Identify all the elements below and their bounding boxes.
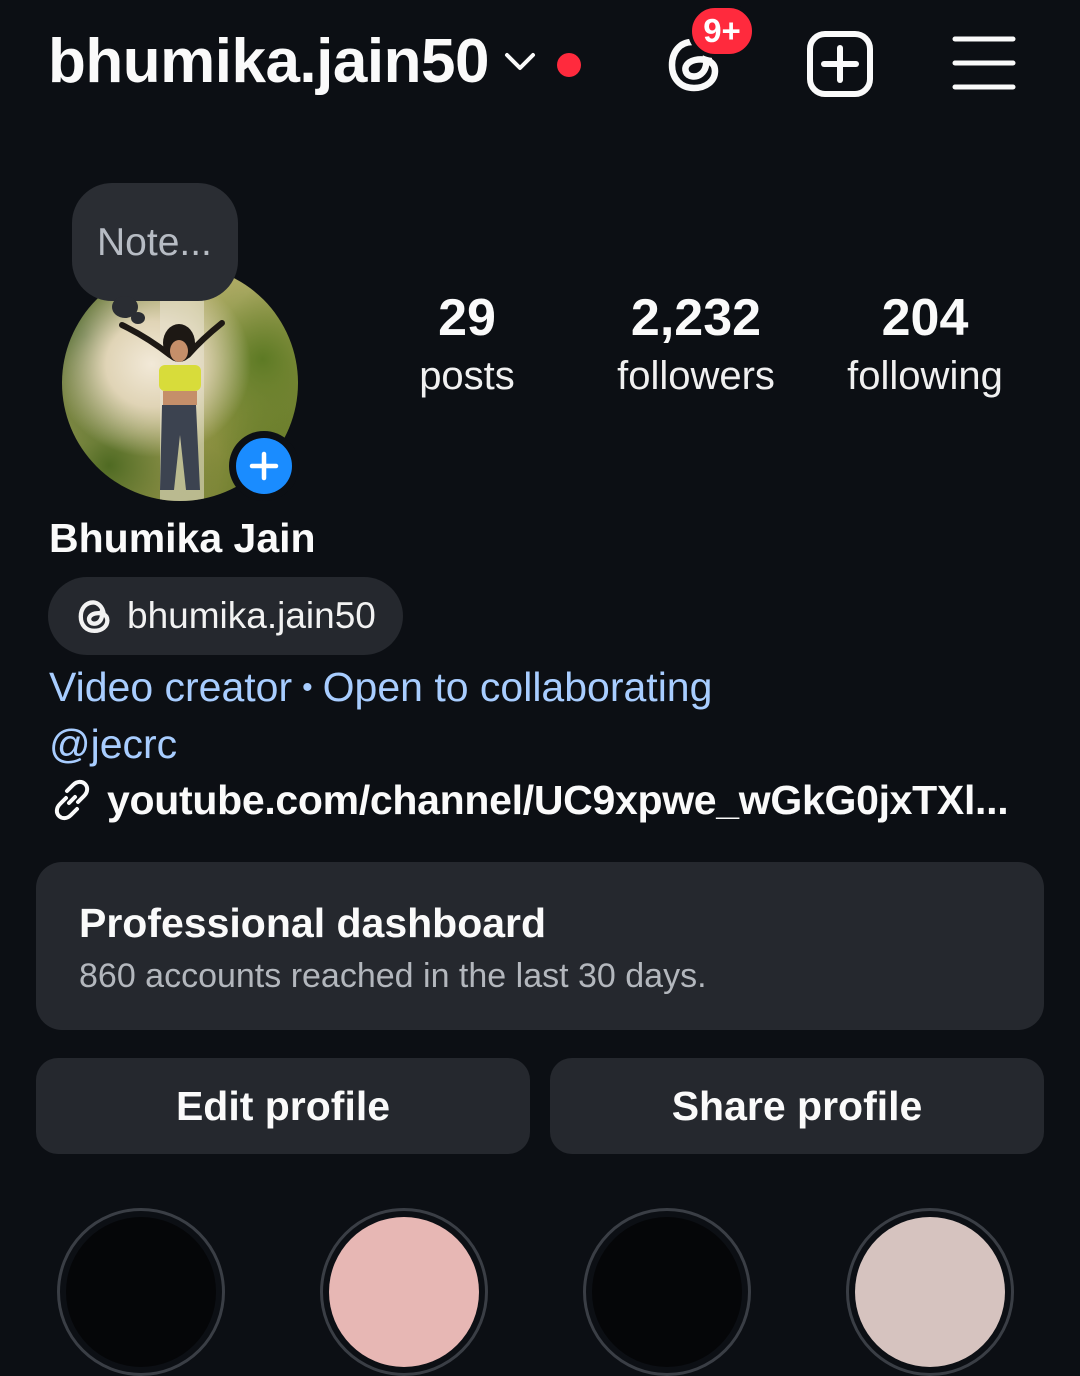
edit-profile-button[interactable]: Edit profile (36, 1058, 530, 1154)
profile-link-text: youtube.com/channel/UC9xpwe_wGkG0jxTXl..… (107, 777, 1009, 823)
story-highlight[interactable] (583, 1208, 751, 1376)
threads-profile-link[interactable]: bhumika.jain50 (48, 577, 403, 655)
story-highlight[interactable] (846, 1208, 1014, 1376)
add-story-circle (236, 438, 292, 494)
threads-icon (78, 600, 110, 633)
note-placeholder[interactable]: Note... (97, 218, 212, 268)
posts-label: posts (419, 354, 515, 398)
notification-badge: 9+ (688, 4, 756, 58)
profile-mention[interactable]: @jecrc (49, 718, 177, 770)
create-post-icon[interactable] (806, 30, 874, 98)
stat-followers[interactable]: 2,232 followers (586, 287, 806, 403)
note-bubble-tail-small (131, 312, 145, 324)
followers-label: followers (617, 354, 775, 398)
threads-handle: bhumika.jain50 (127, 595, 376, 636)
following-count: 204 (881, 289, 969, 347)
profile-category-line: Video creator • Open to collaborating (49, 661, 712, 718)
highlight-cover (592, 1217, 742, 1367)
highlight-cover (855, 1217, 1005, 1367)
menu-icon[interactable] (952, 34, 1016, 92)
display-name: Bhumika Jain (49, 515, 316, 561)
stat-following[interactable]: 204 following (815, 287, 1035, 403)
profile-username[interactable]: bhumika.jain50 (48, 22, 489, 102)
following-label: following (847, 354, 1003, 398)
category-separator: • (302, 671, 313, 704)
dashboard-subtitle: 860 accounts reached in the last 30 days… (79, 957, 707, 995)
story-highlight[interactable] (57, 1208, 225, 1376)
story-highlight[interactable] (320, 1208, 488, 1376)
link-icon (54, 779, 90, 821)
highlight-cover (329, 1217, 479, 1367)
unread-dot (557, 53, 581, 77)
dashboard-title: Professional dashboard (79, 900, 547, 946)
plus-icon (249, 451, 279, 481)
profile-link[interactable]: youtube.com/channel/UC9xpwe_wGkG0jxTXl..… (49, 774, 1009, 826)
chevron-down-icon[interactable] (503, 46, 537, 76)
profile-category[interactable]: Video creator (49, 664, 292, 710)
collab-status[interactable]: Open to collaborating (323, 664, 713, 710)
add-story-button[interactable] (229, 431, 299, 501)
highlight-cover (66, 1217, 216, 1367)
posts-count: 29 (438, 289, 496, 347)
share-profile-button[interactable]: Share profile (550, 1058, 1044, 1154)
stat-posts[interactable]: 29 posts (357, 287, 577, 403)
followers-count: 2,232 (630, 289, 762, 347)
